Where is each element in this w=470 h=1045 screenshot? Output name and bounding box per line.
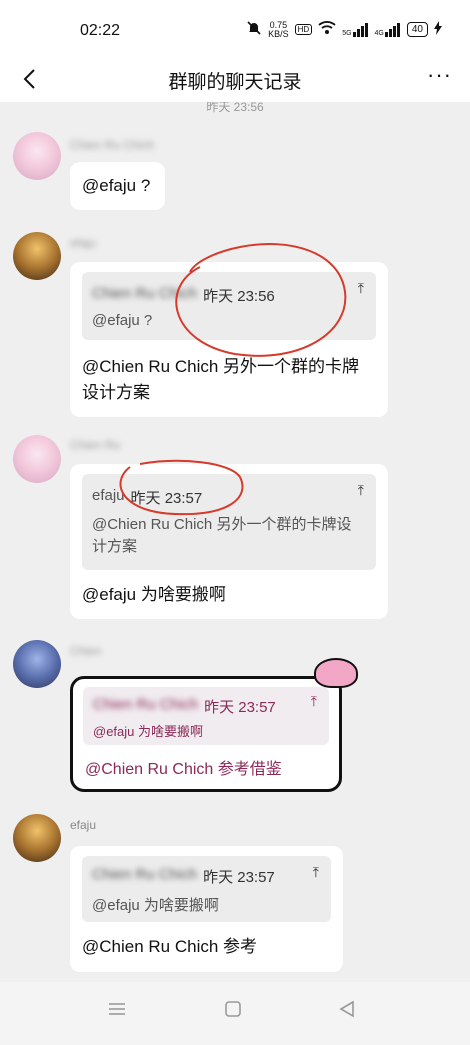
status-icons: 0.75 KB/S HD 5G 4G 40 [246,20,442,39]
menu-button[interactable] [108,1000,126,1023]
status-bar: 02:22 0.75 KB/S HD 5G 4G 40 [0,0,470,58]
more-options-button[interactable]: ··· [427,62,452,88]
signal-4g-icon: 4G [374,22,401,37]
annotation-circle [119,459,244,516]
signal-4g-label: 4G [374,29,384,37]
mute-icon [246,20,262,39]
speed-unit: KB/S [268,28,289,39]
home-button[interactable] [224,1000,242,1023]
home-square-icon [225,1001,241,1017]
back-nav-button[interactable] [338,1000,356,1023]
network-speed: 0.75 KB/S [268,20,289,39]
page-title: 群聊的聊天记录 [168,72,302,93]
system-nav-bar [0,982,470,1045]
menu-icon [109,1003,125,1015]
annotation-circle [175,243,347,357]
hd-badge: HD [294,24,313,35]
signal-5g-label: 5G [342,29,352,37]
charging-icon [434,21,442,38]
nav-bar: 群聊的聊天记录 ··· [0,58,470,102]
wifi-icon [318,21,336,38]
battery-indicator: 40 [406,22,428,37]
signal-5g-icon: 5G [342,22,368,37]
annotation-overlay [119,243,347,516]
triangle-back-icon [339,1000,354,1018]
chat-history[interactable]: 昨天 23:56 Chien Ru Chich @efaju ? efaju C… [0,102,470,982]
clock: 02:22 [80,22,121,39]
